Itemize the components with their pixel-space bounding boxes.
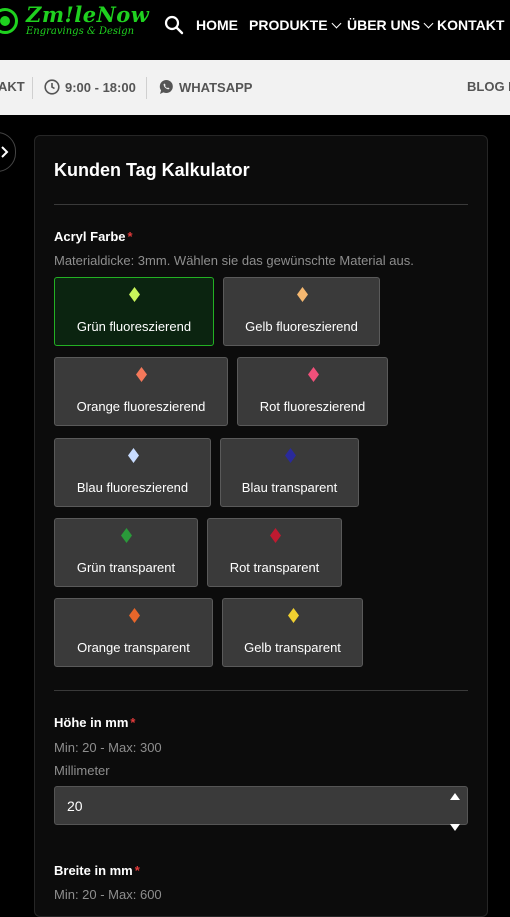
color-option-gruen-transparent[interactable]: Grün transparent xyxy=(54,518,198,587)
height-field-label: Höhe in mm * xyxy=(54,715,136,730)
color-option-orange-transparent[interactable]: Orange transparent xyxy=(54,598,213,667)
calculator-card: Kunden Tag Kalkulator Acryl Farbe * Mater… xyxy=(34,135,488,917)
color-field-label: Acryl Farbe * xyxy=(54,229,133,244)
clock-icon xyxy=(44,79,60,95)
infobar-whatsapp[interactable]: WHATSAPP xyxy=(158,79,252,95)
chevron-right-icon xyxy=(1,146,9,158)
nav-ueber-uns[interactable]: ÜBER UNS xyxy=(347,17,434,33)
color-option-rot-transparent[interactable]: Rot transparent xyxy=(207,518,342,587)
logo-name: Zm!leNow xyxy=(26,2,150,27)
divider xyxy=(146,77,147,99)
infobar-contact[interactable]: AKT xyxy=(0,79,25,94)
divider xyxy=(54,690,468,691)
divider xyxy=(54,204,468,205)
chevron-down-icon xyxy=(331,18,342,28)
spin-down-icon[interactable] xyxy=(450,824,460,831)
chevron-down-icon xyxy=(423,18,434,28)
gem-icon xyxy=(136,367,147,382)
gem-icon xyxy=(121,528,132,543)
divider xyxy=(32,77,33,99)
search-icon[interactable] xyxy=(164,15,184,35)
height-field-unit: Millimeter xyxy=(54,763,110,778)
side-toggle-button[interactable] xyxy=(0,132,16,172)
color-option-blau-fluoreszierend[interactable]: Blau fluoreszierend xyxy=(54,438,211,507)
color-field-description: Materialdicke: 3mm. Wählen sie das gewün… xyxy=(54,253,414,268)
color-option-blau-transparent[interactable]: Blau transparent xyxy=(220,438,359,507)
gem-icon xyxy=(129,287,140,302)
color-option-gelb-fluoreszierend[interactable]: Gelb fluoreszierend xyxy=(223,277,380,346)
color-option-orange-fluoreszierend[interactable]: Orange fluoreszierend xyxy=(54,357,228,426)
calculator-title: Kunden Tag Kalkulator xyxy=(54,160,250,180)
gem-icon xyxy=(269,528,281,543)
gem-icon xyxy=(307,367,319,382)
width-field-label: Breite in mm * xyxy=(54,863,140,878)
logo-tagline: Engravings & Design xyxy=(26,26,135,37)
nav-home[interactable]: HOME xyxy=(196,17,238,33)
gem-icon xyxy=(128,608,140,623)
infobar-hours: 9:00 - 18:00 xyxy=(44,79,136,95)
height-input-value: 20 xyxy=(67,798,83,814)
gem-icon xyxy=(127,448,139,463)
nav-produkte[interactable]: PRODUKTE xyxy=(249,17,342,33)
info-bar: AKT 9:00 - 18:00 WHATSAPP BLOG F xyxy=(0,60,510,115)
logo-mark-icon xyxy=(0,7,18,34)
gem-icon xyxy=(296,287,308,302)
top-navigation: Zm!leNow Engravings & Design HOME PRODUK… xyxy=(0,0,510,60)
color-option-rot-fluoreszierend[interactable]: Rot fluoreszierend xyxy=(237,357,388,426)
gem-icon xyxy=(284,448,296,463)
height-field-range: Min: 20 - Max: 300 xyxy=(54,740,162,755)
gem-icon xyxy=(287,608,299,623)
whatsapp-icon xyxy=(158,79,174,95)
spin-up-icon[interactable] xyxy=(450,793,460,800)
logo[interactable]: Zm!leNow Engravings & Design xyxy=(0,4,149,37)
nav-kontakt[interactable]: KONTAKT xyxy=(437,17,504,33)
height-input[interactable]: 20 xyxy=(54,786,468,831)
color-option-gruen-fluoreszierend[interactable]: Grün fluoreszierend xyxy=(54,277,214,346)
infobar-blog[interactable]: BLOG F xyxy=(467,79,510,94)
color-option-gelb-transparent[interactable]: Gelb transparent xyxy=(222,598,363,667)
